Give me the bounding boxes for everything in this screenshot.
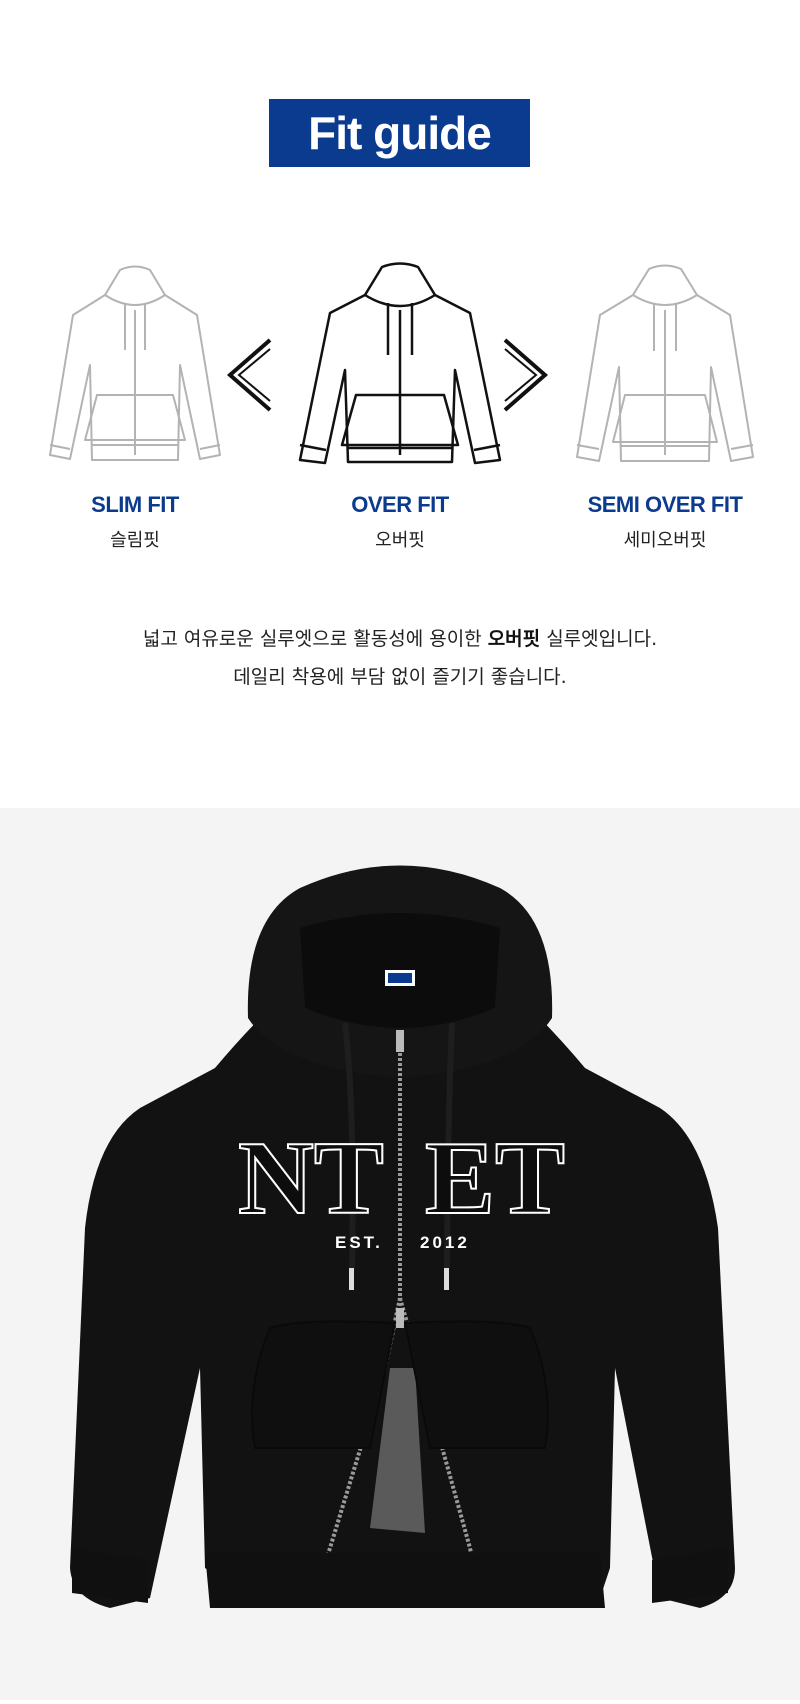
product-photo: NT ET EST. 2012 <box>0 808 800 1700</box>
print-letters-right: ET <box>425 1119 565 1236</box>
print-letters-left: NT <box>238 1119 384 1236</box>
fit-label-ko: 세미오버핏 <box>623 530 707 551</box>
fit-option-over: OVER FIT 오버핏 <box>290 255 510 552</box>
fit-description: 넓고 여유로운 실루엣으로 활동성에 용이한 오버핏 실루엣입니다. 데일리 착… <box>0 620 800 696</box>
fit-label-ko: 슬림핏 <box>110 530 160 551</box>
fit-label-en: SLIM FIT <box>91 492 179 517</box>
slim-hoodie-icon <box>49 265 221 461</box>
chevron-left-icon <box>226 338 272 412</box>
over-hoodie-icon <box>298 262 502 465</box>
description-text: 넓고 여유로운 실루엣으로 활동성에 용이한 <box>142 628 488 650</box>
fit-label-ko: 오버핏 <box>375 530 425 551</box>
fit-label-en: OVER FIT <box>351 492 449 517</box>
page-title: Fit guide <box>308 107 492 159</box>
fit-option-semi-over: SEMI OVER FIT 세미오버핏 <box>555 255 775 552</box>
fit-option-slim: SLIM FIT 슬림핏 <box>25 255 245 552</box>
print-year: 2012 <box>420 1233 470 1252</box>
black-zip-hoodie-image: NT ET EST. 2012 <box>70 865 735 1608</box>
description-text: 실루엣입니다. <box>540 628 658 650</box>
description-line-1: 넓고 여유로운 실루엣으로 활동성에 용이한 오버핏 실루엣입니다. <box>0 620 800 658</box>
print-est: EST. <box>335 1233 383 1252</box>
description-emphasis: 오버핏 <box>487 628 541 650</box>
description-line-2: 데일리 착용에 부담 없이 즐기기 좋습니다. <box>233 666 567 688</box>
fit-guide-banner: Fit guide <box>269 99 530 167</box>
semi-over-hoodie-icon <box>576 264 754 462</box>
fit-label-en: SEMI OVER FIT <box>587 492 743 517</box>
chevron-right-icon <box>503 338 549 412</box>
fit-comparison: SLIM FIT 슬림핏 OVER FIT 오버핏 SEMI OVER FIT … <box>0 255 800 555</box>
